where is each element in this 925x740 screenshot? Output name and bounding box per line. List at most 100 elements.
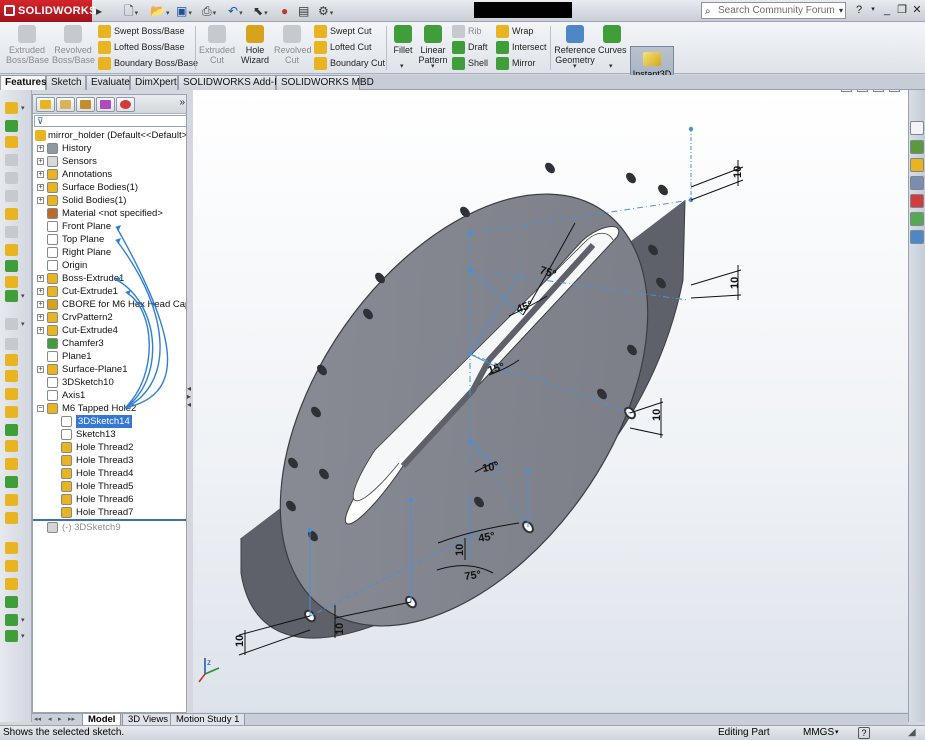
next-tab-icon[interactable]: ▸	[58, 715, 62, 723]
curve-side-icon[interactable]	[5, 424, 18, 436]
boundary-boss-button[interactable]: Boundary Boss/Base	[98, 56, 198, 71]
mold-icon[interactable]	[5, 578, 18, 590]
revolve-icon[interactable]	[5, 154, 18, 166]
tab-sketch[interactable]: Sketch	[46, 75, 86, 90]
units-dropdown-icon[interactable]: ▾	[835, 726, 839, 740]
tab-evaluate[interactable]: Evaluate	[86, 75, 130, 90]
move-body-icon[interactable]	[5, 512, 18, 524]
draft-button[interactable]: Draft	[452, 40, 488, 55]
revolved-cut-button[interactable]: Revolved Cut	[274, 25, 312, 65]
file-explorer-icon[interactable]	[910, 158, 924, 172]
fillet-side-icon[interactable]	[5, 244, 18, 256]
undo-icon[interactable]: ↶▾	[228, 3, 243, 19]
chamfer-icon[interactable]	[5, 260, 18, 272]
hole-side-icon[interactable]	[5, 388, 18, 400]
extruded-cut-button[interactable]: Extruded Cut	[199, 25, 235, 65]
fillet-dropdown-icon[interactable]: ▾	[400, 62, 404, 70]
rebuild-traffic-light-icon[interactable]: ●	[281, 3, 288, 19]
cut-revolve-icon[interactable]	[5, 226, 18, 238]
design-library-icon[interactable]	[910, 140, 924, 154]
last-tab-icon[interactable]: ▸▸	[68, 715, 75, 723]
dim-label[interactable]: 10	[234, 635, 246, 647]
tab-addins[interactable]: SOLIDWORKS Add-Ins	[178, 75, 287, 90]
options-gear-icon[interactable]: ⚙▾	[318, 3, 333, 19]
viewport-tile-button[interactable]: ▭	[841, 90, 852, 92]
close-button[interactable]: ✕	[910, 3, 924, 17]
toolbar-dropdown-icon[interactable]: ▾	[21, 616, 25, 624]
linear-pattern-button[interactable]: Linear Pattern	[418, 25, 448, 65]
file-properties-icon[interactable]: ▤	[298, 3, 309, 19]
mirror-side-icon[interactable]	[5, 318, 18, 330]
combine-icon[interactable]	[5, 494, 18, 506]
swept-boss-button[interactable]: Swept Boss/Base	[98, 24, 185, 39]
revolved-boss-button[interactable]: Revolved Boss/Base	[52, 25, 95, 65]
split-icon[interactable]	[5, 476, 18, 488]
linear-pattern-dropdown-icon[interactable]: ▾	[431, 62, 435, 70]
extrude-icon[interactable]	[5, 136, 18, 148]
reference-axis-icon[interactable]	[5, 290, 18, 302]
mirror-button[interactable]: Mirror	[496, 56, 536, 71]
boundary-cut-button[interactable]: Boundary Cut	[314, 56, 385, 71]
lofted-cut-button[interactable]: Lofted Cut	[314, 40, 372, 55]
tab-features[interactable]: Features	[0, 75, 47, 90]
sweep-icon[interactable]	[5, 172, 18, 184]
curves-button[interactable]: Curves	[598, 25, 627, 55]
cut-icon[interactable]	[5, 208, 18, 220]
spline-icon[interactable]	[5, 630, 18, 642]
resize-grip-icon[interactable]: ◢	[908, 726, 916, 740]
unit-system-selector[interactable]: MMGS	[803, 726, 834, 740]
rib-button[interactable]: Rib	[452, 24, 482, 39]
reference-geometry-button[interactable]: Reference Geometry	[554, 25, 596, 65]
dim-label[interactable]: 10	[732, 166, 744, 178]
print-icon[interactable]: ⎙▾	[202, 3, 216, 19]
minimize-button[interactable]: _	[880, 3, 894, 17]
wrap-button[interactable]: Wrap	[496, 24, 533, 39]
graphics-area[interactable]: 🔍 ⊕ ↶ ▦ ◧ ◨ ◐ ● ◍ ▭	[193, 90, 908, 712]
save-icon[interactable]: ▣▾	[176, 3, 192, 19]
menu-expand-icon[interactable]: ▸	[96, 3, 102, 19]
weldment-icon[interactable]	[5, 560, 18, 572]
restore-button[interactable]: ❐	[895, 3, 909, 17]
dim-label[interactable]: 10	[454, 544, 466, 556]
curves-dropdown-icon[interactable]: ▾	[609, 62, 613, 70]
sketch-entities-icon[interactable]	[5, 614, 18, 626]
search-community-input[interactable]: ⌕ Search Community Forum ▾	[701, 2, 846, 19]
toolbar-dropdown-icon[interactable]: ▾	[21, 104, 25, 112]
viewport-restore-button[interactable]: ❐	[873, 90, 884, 92]
help-status-icon[interactable]: ?	[858, 727, 870, 739]
dim-label[interactable]: 10	[651, 409, 663, 421]
wrap-side-icon[interactable]	[5, 354, 18, 366]
custom-properties-icon[interactable]	[910, 212, 924, 226]
help-dropdown-icon[interactable]: ▾	[866, 3, 880, 17]
open-folder-icon[interactable]: 📂▾	[150, 3, 169, 19]
surface-icon[interactable]	[5, 596, 18, 608]
select-pointer-icon[interactable]: ⬉▾	[253, 3, 268, 19]
viewport-close-button[interactable]: ✕	[889, 90, 900, 92]
dome-icon[interactable]	[5, 440, 18, 452]
appearances-icon[interactable]	[910, 194, 924, 208]
fillet-button[interactable]: Fillet	[390, 25, 416, 55]
sheet-metal-icon[interactable]	[5, 542, 18, 554]
swept-cut-button[interactable]: Swept Cut	[314, 24, 372, 39]
loft-icon[interactable]	[5, 190, 18, 202]
draft-side-icon[interactable]	[5, 406, 18, 418]
reference-geometry-dropdown-icon[interactable]: ▾	[573, 62, 577, 70]
help-icon[interactable]: ?	[852, 3, 866, 17]
solidworks-logo[interactable]: SOLIDWORKS	[0, 0, 96, 22]
view-palette-icon[interactable]	[910, 176, 924, 190]
smart-dimension-icon[interactable]	[5, 120, 18, 132]
viewport-minimize-button[interactable]: _	[857, 90, 868, 92]
extruded-boss-button[interactable]: Extruded Boss/Base	[6, 25, 49, 65]
rib-side-icon[interactable]	[5, 338, 18, 350]
first-tab-icon[interactable]: ◂◂	[34, 715, 41, 723]
search-dropdown-icon[interactable]: ▾	[839, 3, 843, 18]
shell-button[interactable]: Shell	[452, 56, 488, 71]
new-document-icon[interactable]: 🗋▾	[124, 3, 138, 19]
sketch-3d-icon[interactable]	[5, 102, 18, 114]
home-icon[interactable]	[910, 121, 924, 135]
shell-side-icon[interactable]	[5, 370, 18, 382]
angle-label[interactable]: 75°	[464, 569, 482, 583]
flex-icon[interactable]	[5, 458, 18, 470]
tab-mbd[interactable]: SOLIDWORKS MBD	[276, 75, 374, 90]
dim-label[interactable]: 10	[729, 277, 741, 289]
